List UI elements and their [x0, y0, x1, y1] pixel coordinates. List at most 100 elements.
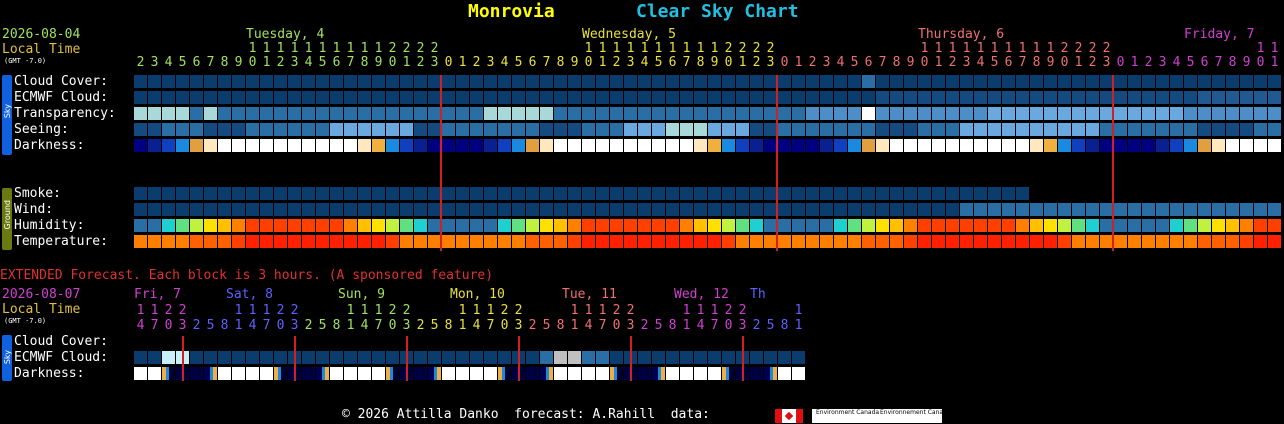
dawn-strip	[658, 367, 661, 380]
wind-block	[1156, 203, 1169, 216]
seeing-block	[960, 123, 973, 136]
wind-block	[680, 203, 693, 216]
hour-digit-tens: 1	[696, 41, 705, 56]
transparency-block	[1002, 107, 1015, 120]
humidity-block	[414, 219, 427, 232]
ext-hour-digit: 7	[150, 318, 159, 333]
hour-digit: 3	[1102, 55, 1111, 70]
smoke-block	[1016, 187, 1029, 200]
ext-hour-digit: 4	[584, 318, 593, 333]
humidity-block	[1156, 219, 1169, 232]
seeing-block	[134, 123, 147, 136]
hour-digit: 4	[836, 55, 845, 70]
ext-hour-digit-tens: 1	[598, 303, 607, 318]
ecmwf-block	[134, 91, 147, 104]
hour-digit-tens: 2	[388, 41, 397, 56]
ext-darkness-block	[134, 367, 147, 380]
wind-block	[1212, 203, 1225, 216]
seeing-block	[1170, 123, 1183, 136]
temperature-block	[162, 235, 175, 248]
hour-digit: 0	[920, 55, 929, 70]
ext-darkness-block	[260, 367, 273, 380]
temperature-block	[288, 235, 301, 248]
temperature-block	[1170, 235, 1183, 248]
ecmwf-block	[204, 91, 217, 104]
darkness-block	[1086, 139, 1099, 152]
temperature-block	[596, 235, 609, 248]
transparency-block	[1170, 107, 1183, 120]
dawn-strip	[322, 367, 325, 380]
hour-digit: 9	[570, 55, 579, 70]
cloud-cover-block	[1226, 75, 1239, 88]
cloud-cover-block	[862, 75, 875, 88]
ext-hour-digit: 5	[654, 318, 663, 333]
ecmwf-block	[414, 91, 427, 104]
ext-darkness-block	[540, 367, 553, 380]
extended-sky-tab-label: Sky	[3, 350, 12, 365]
ext-midnight-line	[182, 336, 184, 381]
transparency-block	[512, 107, 525, 120]
hour-digit: 7	[206, 55, 215, 70]
temperature-block	[484, 235, 497, 248]
humidity-block	[876, 219, 889, 232]
temperature-block	[330, 235, 343, 248]
ext-hour-digit: 1	[458, 318, 467, 333]
ecmwf-block	[456, 91, 469, 104]
dusk-strip	[614, 367, 617, 380]
transparency-block	[904, 107, 917, 120]
cloud-cover-block	[1170, 75, 1183, 88]
hour-digit: 6	[332, 55, 341, 70]
smoke-block	[568, 187, 581, 200]
wind-block	[470, 203, 483, 216]
ext-hour-digit-tens: 2	[514, 303, 523, 318]
cloud-cover-block	[1184, 75, 1197, 88]
cloud-cover-block	[974, 75, 987, 88]
smoke-block	[246, 187, 259, 200]
humidity-block	[680, 219, 693, 232]
extended-date: 2026-08-07	[2, 287, 81, 302]
ext-hour-digit: 7	[374, 318, 383, 333]
temperature-block	[1002, 235, 1015, 248]
ecmwf-block	[512, 91, 525, 104]
hour-digit-tens: 2	[1060, 41, 1069, 56]
seeing-block	[344, 123, 357, 136]
hour-digit: 2	[136, 55, 145, 70]
ecmwf-block	[1170, 91, 1183, 104]
ext-hour-digit: 1	[234, 318, 243, 333]
transparency-block	[484, 107, 497, 120]
wind-block	[162, 203, 175, 216]
ecmwf-block	[960, 91, 973, 104]
transparency-block	[988, 107, 1001, 120]
ext-darkness-block	[372, 367, 385, 380]
cloud-cover-block	[932, 75, 945, 88]
ext-hour-digit: 3	[514, 318, 523, 333]
seeing-block	[498, 123, 511, 136]
ext-ecmwf-block	[344, 351, 357, 364]
ext-darkness-block	[666, 367, 679, 380]
darkness-block	[1016, 139, 1029, 152]
transparency-block	[750, 107, 763, 120]
humidity-block	[162, 219, 175, 232]
extended-banner[interactable]: EXTENDED Forecast. Each block is 3 hours…	[0, 269, 493, 283]
ext-ecmwf-block	[708, 351, 721, 364]
wind-block	[330, 203, 343, 216]
hour-digit: 9	[1046, 55, 1055, 70]
cloud-cover-block	[1016, 75, 1029, 88]
ecmwf-block	[904, 91, 917, 104]
humidity-block	[218, 219, 231, 232]
wind-block	[484, 203, 497, 216]
wind-block	[638, 203, 651, 216]
cloud-cover-block	[176, 75, 189, 88]
ext-ecmwf-block	[792, 351, 805, 364]
seeing-block	[932, 123, 945, 136]
smoke-block	[456, 187, 469, 200]
darkness-block	[778, 139, 791, 152]
ecmwf-block	[1030, 91, 1043, 104]
humidity-block	[316, 219, 329, 232]
ext-ecmwf-block	[694, 351, 707, 364]
temperature-block	[680, 235, 693, 248]
cloud-cover-block	[456, 75, 469, 88]
ext-hour-digit-tens: 1	[696, 303, 705, 318]
seeing-block	[372, 123, 385, 136]
hour-digit: 6	[1004, 55, 1013, 70]
